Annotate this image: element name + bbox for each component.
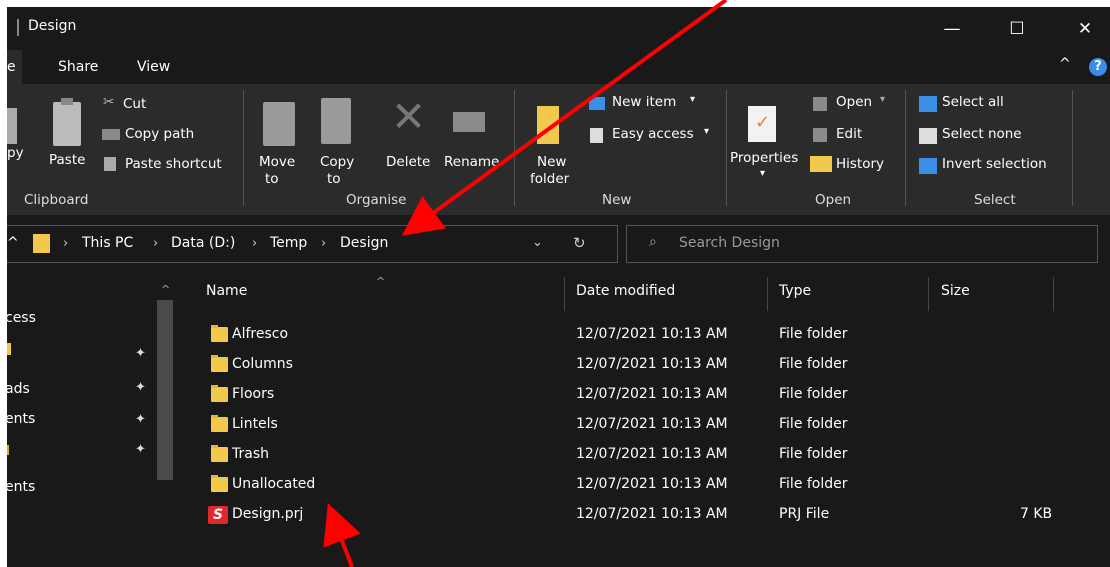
annotation-arrow-icon <box>323 503 361 567</box>
annotation-arrow-icon <box>401 0 728 236</box>
annotation-arrows <box>323 0 728 567</box>
